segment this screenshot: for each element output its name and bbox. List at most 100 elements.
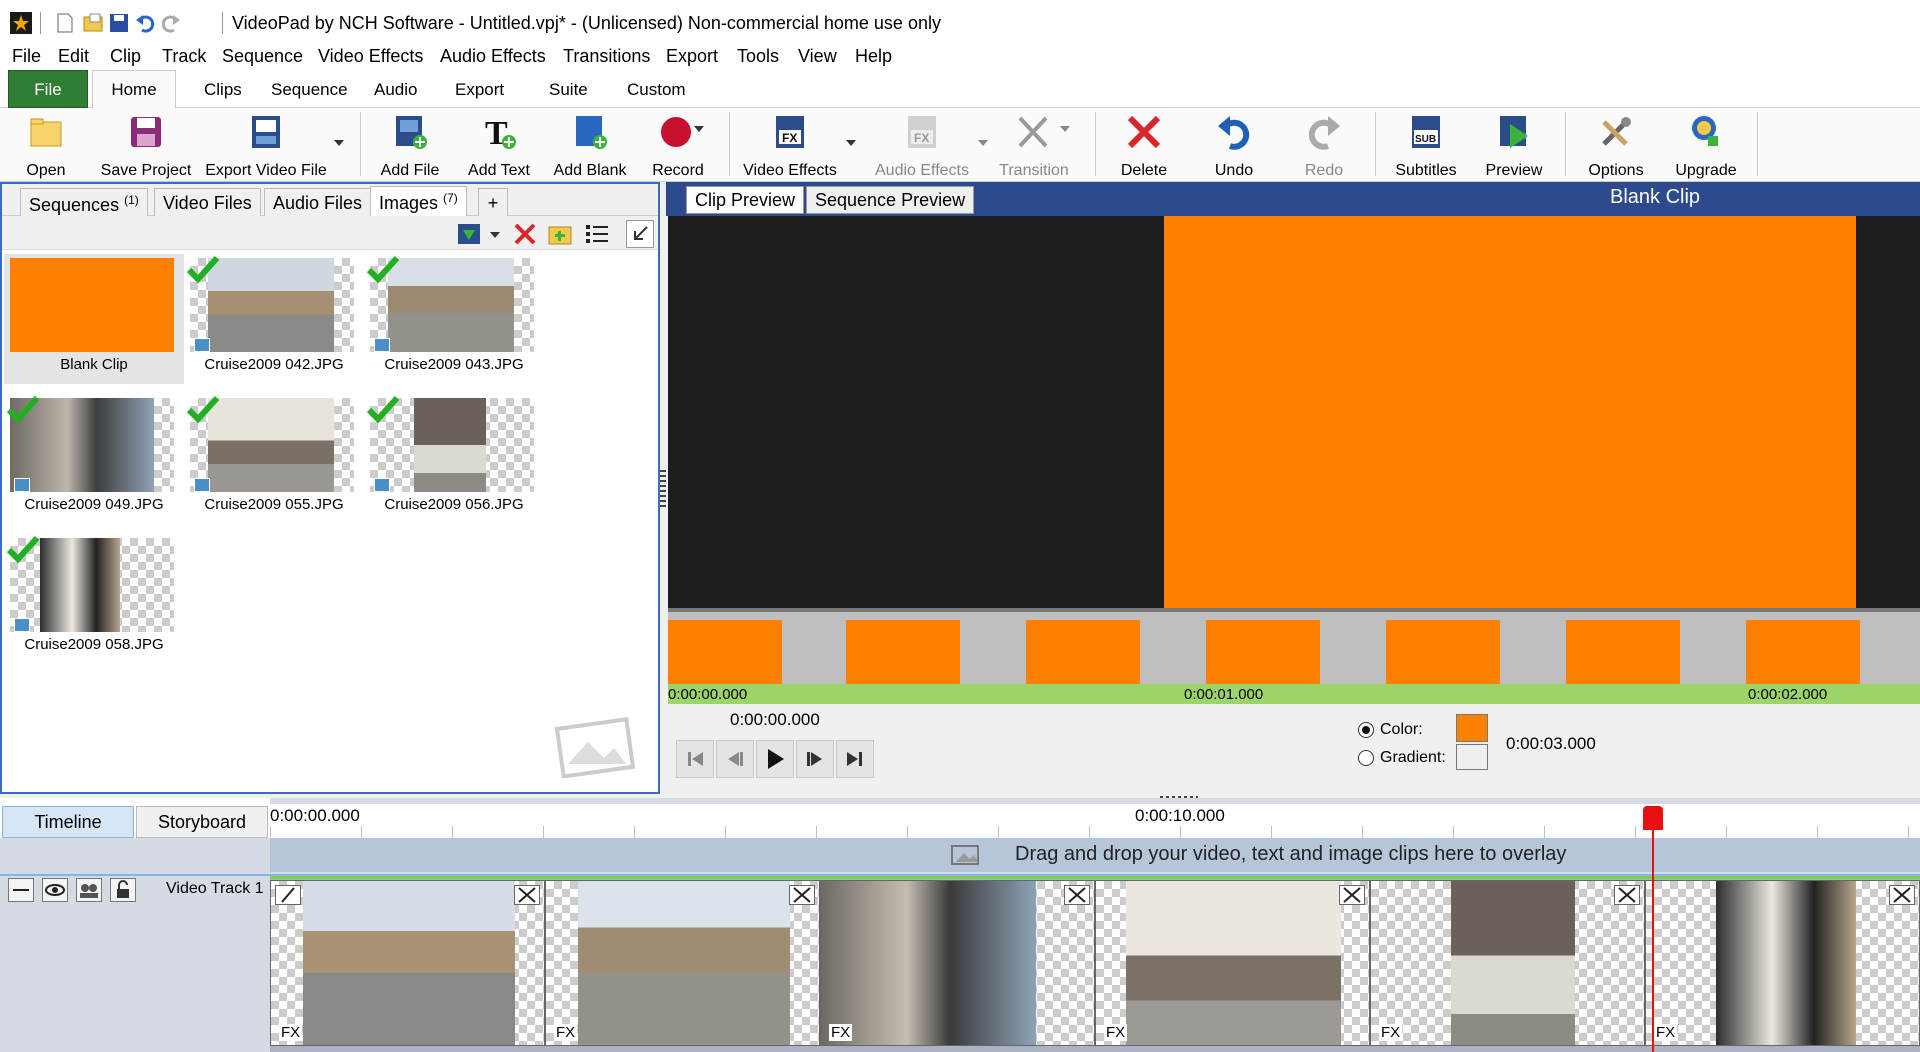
playhead[interactable] (1652, 808, 1654, 1052)
redo-icon[interactable] (160, 12, 182, 34)
menu-file[interactable]: File (12, 46, 41, 67)
timeline-clip[interactable]: FX (545, 880, 820, 1046)
media-item-blank-clip[interactable]: Blank Clip (4, 254, 184, 384)
clip-fx-label[interactable]: FX (829, 1024, 853, 1041)
lock-icon[interactable] (110, 878, 136, 902)
tab-audio-files[interactable]: Audio Files (264, 188, 372, 216)
menu-audio-effects[interactable]: Audio Effects (440, 46, 546, 67)
media-item-image[interactable]: Cruise2009 055.JPG (184, 394, 364, 524)
import-icon[interactable] (457, 222, 483, 246)
preview-button[interactable]: Preview (1486, 114, 1542, 179)
menu-view[interactable]: View (798, 46, 837, 67)
media-item-image[interactable]: Cruise2009 056.JPG (364, 394, 544, 524)
clip-fx-label[interactable]: FX (1104, 1024, 1128, 1041)
timeline-clip[interactable]: FX (270, 880, 545, 1046)
tab-clips[interactable]: Clips (204, 80, 242, 100)
add-blank-button[interactable]: Add Blank (554, 114, 626, 179)
audio-effects-dropdown-arrow[interactable] (978, 140, 988, 146)
video-preview-canvas[interactable] (668, 216, 1920, 608)
transition-icon[interactable] (789, 885, 815, 905)
open-folder-icon[interactable] (82, 12, 104, 34)
video-effects-dropdown-arrow[interactable] (846, 140, 856, 146)
redo-button[interactable]: Redo (1304, 114, 1344, 179)
audio-effects-button[interactable]: FX Audio Effects (875, 114, 969, 179)
undo-icon[interactable] (134, 12, 156, 34)
subtitles-button[interactable]: SUB Subtitles (1395, 114, 1457, 179)
export-video-file-button[interactable]: Export Video File (205, 114, 327, 179)
previous-frame-button[interactable] (716, 740, 754, 778)
add-text-button[interactable]: T Add Text (468, 114, 530, 179)
color-radio[interactable] (1358, 722, 1374, 738)
tab-timeline[interactable]: Timeline (2, 806, 134, 838)
save-project-button[interactable]: Save Project (101, 114, 191, 179)
timeline-clip[interactable]: FX (1370, 880, 1645, 1046)
upgrade-button[interactable]: Upgrade (1675, 114, 1737, 179)
list-view-icon[interactable] (584, 222, 610, 246)
transition-icon[interactable] (1889, 885, 1915, 905)
add-file-button[interactable]: Add File (381, 114, 439, 179)
export-dropdown-arrow[interactable] (334, 140, 344, 146)
timeline-clip[interactable]: FX (1645, 880, 1920, 1046)
tab-clip-preview[interactable]: Clip Preview (686, 186, 805, 214)
transition-icon[interactable] (1614, 885, 1640, 905)
go-to-end-button[interactable] (836, 740, 874, 778)
new-folder-icon[interactable] (548, 222, 574, 246)
go-to-start-button[interactable] (676, 740, 714, 778)
save-icon[interactable] (108, 12, 130, 34)
menu-video-effects[interactable]: Video Effects (318, 46, 423, 67)
transition-icon[interactable] (1064, 885, 1090, 905)
gradient-radio[interactable] (1358, 750, 1374, 766)
open-button[interactable]: Open (26, 114, 66, 179)
overlay-track-dropzone[interactable]: Drag and drop your video, text and image… (270, 838, 1920, 872)
clip-ruler[interactable]: 0:00:00.000 0:00:01.000 0:00:02.000 (668, 684, 1920, 704)
options-button[interactable]: Options (1588, 114, 1644, 179)
undo-button[interactable]: Undo (1214, 114, 1254, 179)
menu-export[interactable]: Export (666, 46, 718, 67)
tab-sequences[interactable]: Sequences (1) (20, 188, 148, 216)
collapse-panel-icon[interactable] (626, 220, 654, 248)
play-button[interactable] (756, 740, 794, 778)
tab-audio[interactable]: Audio (374, 80, 417, 100)
import-dropdown-arrow[interactable] (490, 232, 500, 238)
menu-edit[interactable]: Edit (58, 46, 89, 67)
clip-fx-label[interactable]: FX (554, 1024, 578, 1041)
add-bin-tab-button[interactable]: + (478, 188, 508, 216)
menu-clip[interactable]: Clip (110, 46, 141, 67)
transition-button[interactable]: Transition (999, 114, 1069, 179)
transition-dropdown-arrow[interactable] (1060, 126, 1070, 132)
tab-sequence[interactable]: Sequence (271, 80, 348, 100)
record-button[interactable]: Record (652, 114, 704, 179)
timeline-clip[interactable]: FX (820, 880, 1095, 1046)
tab-export[interactable]: Export (455, 80, 504, 100)
tab-file[interactable]: File (8, 70, 88, 108)
record-dropdown-arrow[interactable] (694, 126, 704, 132)
clip-fx-label[interactable]: FX (1654, 1024, 1678, 1041)
blend-icon[interactable] (76, 878, 102, 902)
color-swatch[interactable] (1456, 714, 1488, 742)
clip-fx-label[interactable]: FX (1379, 1024, 1403, 1041)
media-item-image[interactable]: Cruise2009 058.JPG (4, 534, 184, 664)
tab-video-files[interactable]: Video Files (154, 188, 261, 216)
clip-filmstrip[interactable] (668, 612, 1920, 684)
menu-help[interactable]: Help (855, 46, 892, 67)
eye-icon[interactable] (42, 878, 68, 902)
next-frame-button[interactable] (796, 740, 834, 778)
remove-icon[interactable] (513, 222, 537, 246)
tab-suite[interactable]: Suite (549, 80, 588, 100)
collapse-track-icon[interactable] (8, 878, 34, 902)
new-file-icon[interactable] (54, 12, 76, 34)
clip-fx-label[interactable]: FX (279, 1024, 303, 1041)
menu-sequence[interactable]: Sequence (222, 46, 303, 67)
transition-in-icon[interactable] (275, 885, 301, 905)
timeline-ruler[interactable]: 0:00:00.000 0:00:10.000 (270, 804, 1920, 838)
timeline-clip[interactable]: FX (1095, 880, 1370, 1046)
tab-home[interactable]: Home (92, 70, 176, 110)
menu-transitions[interactable]: Transitions (563, 46, 650, 67)
tab-custom[interactable]: Custom (627, 80, 686, 100)
gradient-swatch[interactable] (1456, 744, 1488, 770)
media-item-image[interactable]: Cruise2009 043.JPG (364, 254, 544, 384)
media-item-image[interactable]: Cruise2009 049.JPG (4, 394, 184, 524)
media-item-image[interactable]: Cruise2009 042.JPG (184, 254, 364, 384)
menu-tools[interactable]: Tools (737, 46, 779, 67)
tab-storyboard[interactable]: Storyboard (136, 806, 268, 838)
